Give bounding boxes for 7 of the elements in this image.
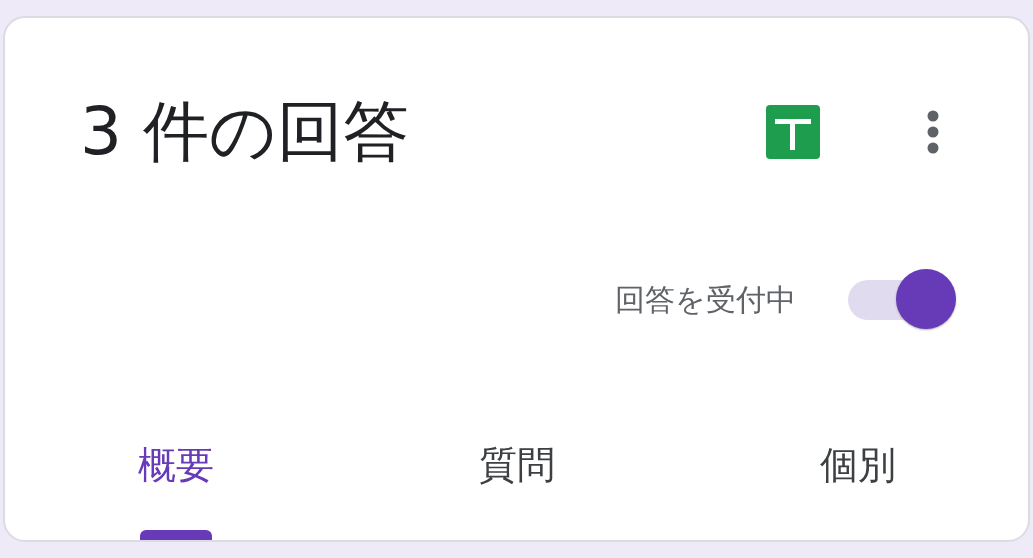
response-count-title: 3 件の回答: [80, 99, 410, 165]
more-options-icon[interactable]: [926, 110, 940, 154]
tab[interactable]: 概要: [5, 424, 346, 540]
spreadsheet-icon[interactable]: [766, 105, 820, 159]
tab[interactable]: 個別: [687, 424, 1028, 540]
tab[interactable]: 質問: [346, 424, 687, 540]
accepting-responses-label: 回答を受付中: [615, 280, 796, 319]
